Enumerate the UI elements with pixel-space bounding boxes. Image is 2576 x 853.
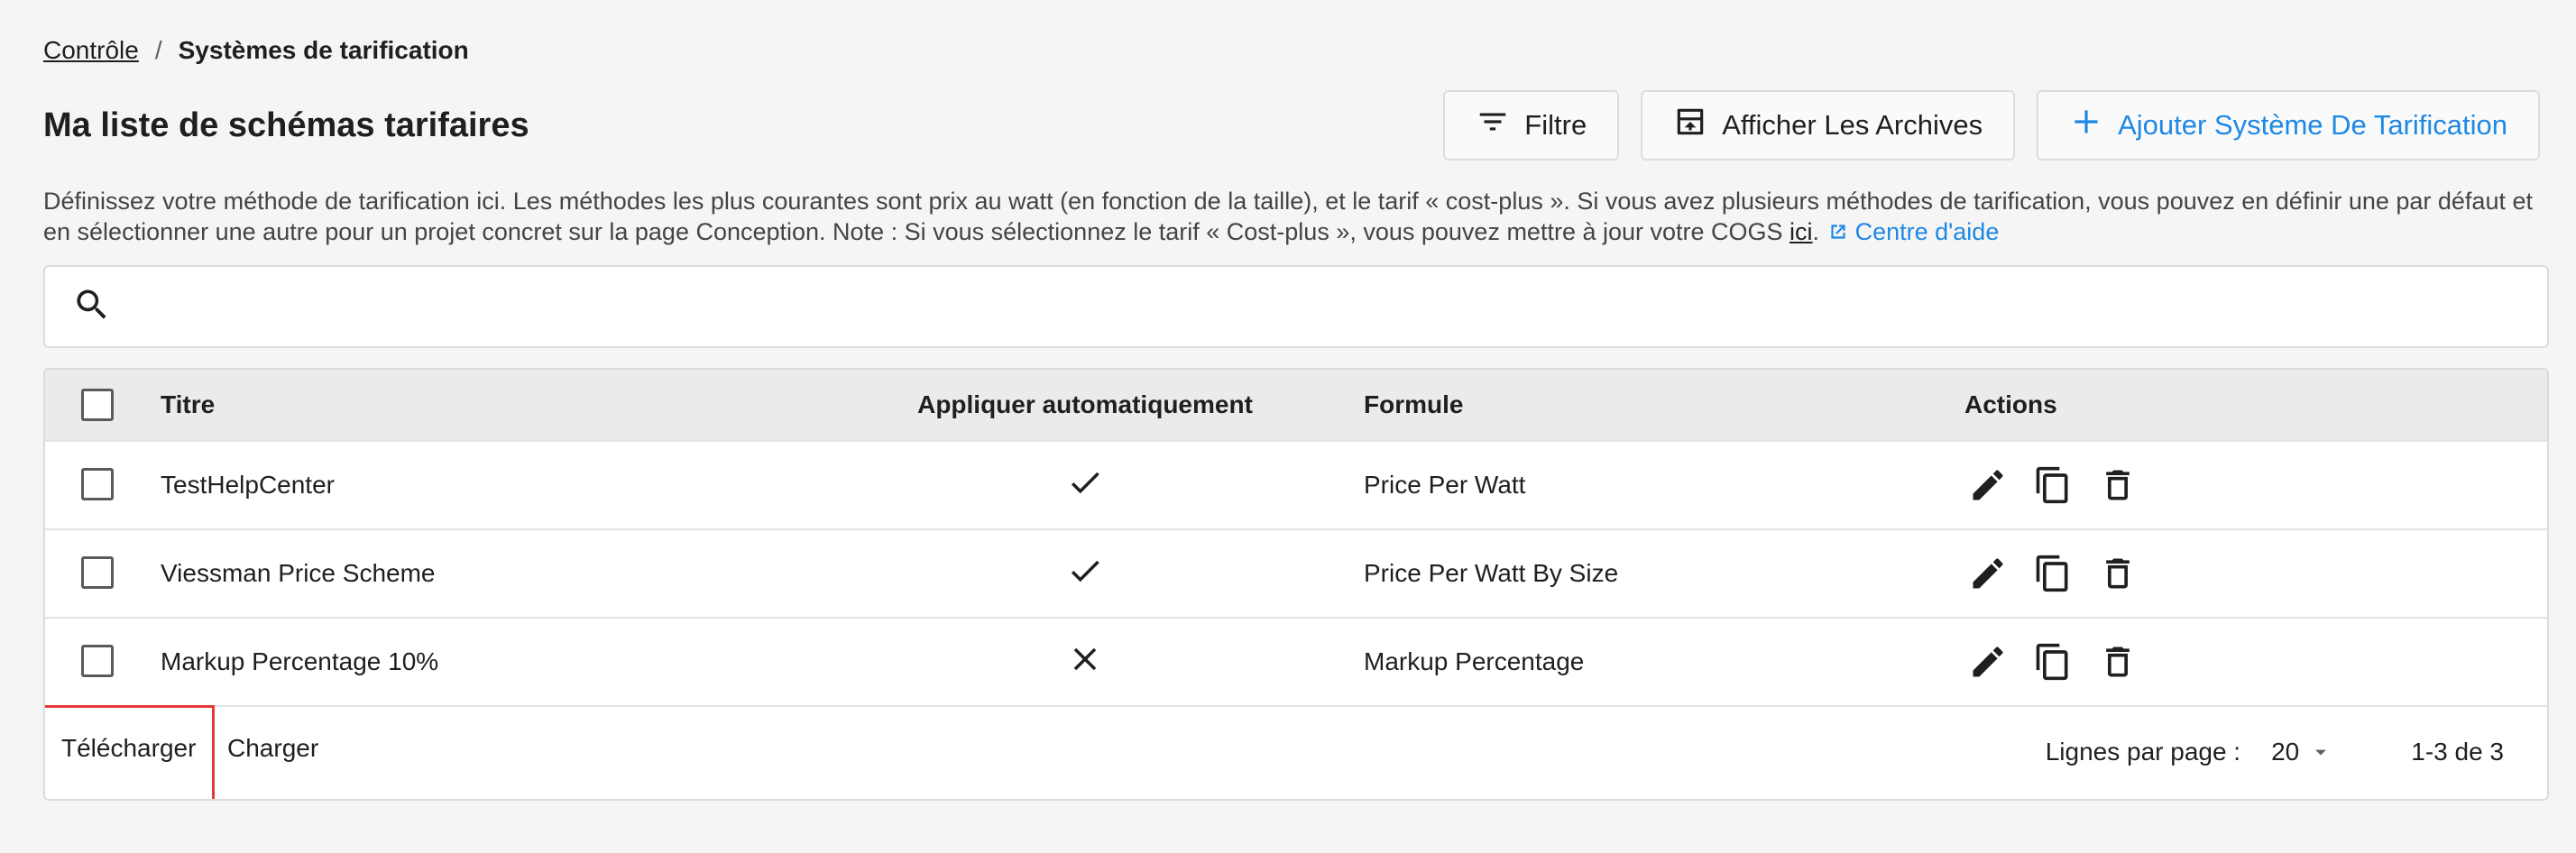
edit-icon[interactable]	[1964, 462, 2011, 509]
delete-icon[interactable]	[2094, 462, 2141, 509]
row-auto-apply	[882, 552, 1288, 596]
edit-icon[interactable]	[1964, 638, 2011, 685]
duplicate-icon[interactable]	[2029, 462, 2076, 509]
page: Contrôle / Systèmes de tarification Ma l…	[0, 0, 2576, 853]
help-center-label: Centre d'aide	[1854, 218, 2000, 245]
header-auto-apply[interactable]: Appliquer automatiquement	[882, 390, 1288, 419]
duplicate-icon[interactable]	[2029, 550, 2076, 597]
caret-down-icon	[2315, 749, 2327, 756]
pagination-range: 1-3 de 3	[2411, 738, 2504, 766]
delete-icon[interactable]	[2094, 638, 2141, 685]
row-actions	[1964, 462, 2141, 509]
rows-per-page-select[interactable]: 20	[2271, 738, 2333, 766]
page-description: Définissez votre méthode de tarification…	[43, 186, 2533, 247]
rows-per-page-label: Lignes par page :	[2045, 738, 2241, 766]
filter-icon	[1476, 105, 1510, 146]
close-icon	[1066, 640, 1104, 678]
search-icon	[72, 285, 112, 329]
breadcrumb-current: Systèmes de tarification	[178, 36, 469, 64]
help-center-link[interactable]: Centre d'aide	[1826, 218, 2000, 245]
search-bar	[43, 265, 2549, 348]
row-actions	[1964, 638, 2141, 685]
row-title: Viessman Price Scheme	[161, 559, 436, 587]
check-icon	[1066, 463, 1104, 501]
breadcrumb-parent-link[interactable]: Contrôle	[43, 34, 139, 67]
check-icon	[1066, 552, 1104, 590]
table-row[interactable]: Markup Percentage 10% Markup Percentage	[45, 617, 2547, 705]
row-auto-apply	[882, 640, 1288, 684]
upload-button[interactable]: Charger	[227, 732, 318, 765]
rows-per-page-value: 20	[2271, 738, 2300, 766]
row-auto-apply	[882, 463, 1288, 508]
table-header-row: Titre Appliquer automatiquement Formule …	[45, 370, 2547, 440]
show-archives-label: Afficher Les Archives	[1722, 109, 1983, 141]
cogs-link[interactable]: ici	[1789, 218, 1813, 245]
archive-icon	[1673, 105, 1707, 146]
row-checkbox[interactable]	[81, 645, 114, 677]
header-formula[interactable]: Formule	[1364, 390, 1463, 419]
row-actions	[1964, 550, 2141, 597]
add-pricing-system-label: Ajouter Système De Tarification	[2118, 109, 2507, 141]
row-formula: Markup Percentage	[1364, 647, 1585, 675]
row-formula: Price Per Watt By Size	[1364, 559, 1619, 587]
table-footer: Télécharger Charger Lignes par page : 20…	[45, 705, 2547, 799]
breadcrumb-separator: /	[154, 36, 162, 64]
row-title: TestHelpCenter	[161, 471, 335, 499]
breadcrumb: Contrôle / Systèmes de tarification	[43, 34, 469, 67]
page-title: Ma liste de schémas tarifaires	[43, 106, 529, 144]
toolbar: Filtre Afficher Les Archives Ajouter Sys…	[1443, 90, 2540, 161]
row-checkbox[interactable]	[81, 556, 114, 589]
show-archives-button[interactable]: Afficher Les Archives	[1641, 90, 2016, 161]
pagination: Lignes par page : 20 1-3 de 3	[2046, 738, 2504, 766]
table-row[interactable]: Viessman Price Scheme Price Per Watt By …	[45, 528, 2547, 617]
row-checkbox[interactable]	[81, 468, 114, 500]
external-link-icon	[1830, 225, 1845, 239]
row-title: Markup Percentage 10%	[161, 647, 439, 675]
add-pricing-system-button[interactable]: Ajouter Système De Tarification	[2037, 90, 2540, 161]
search-input[interactable]	[130, 267, 2547, 346]
pricing-schemes-table: Titre Appliquer automatiquement Formule …	[43, 368, 2549, 801]
delete-icon[interactable]	[2094, 550, 2141, 597]
select-all-checkbox[interactable]	[81, 389, 114, 421]
download-button[interactable]: Télécharger	[61, 732, 196, 765]
filter-button-label: Filtre	[1524, 109, 1587, 141]
table-row[interactable]: TestHelpCenter Price Per Watt	[45, 440, 2547, 528]
duplicate-icon[interactable]	[2029, 638, 2076, 685]
description-text: Définissez votre méthode de tarification…	[43, 188, 2533, 245]
header-actions: Actions	[1964, 390, 2057, 418]
header-title[interactable]: Titre	[161, 390, 215, 419]
description-period: .	[1812, 218, 1820, 245]
plus-icon	[2069, 105, 2103, 146]
edit-icon[interactable]	[1964, 550, 2011, 597]
filter-button[interactable]: Filtre	[1443, 90, 1620, 161]
row-formula: Price Per Watt	[1364, 471, 1526, 499]
